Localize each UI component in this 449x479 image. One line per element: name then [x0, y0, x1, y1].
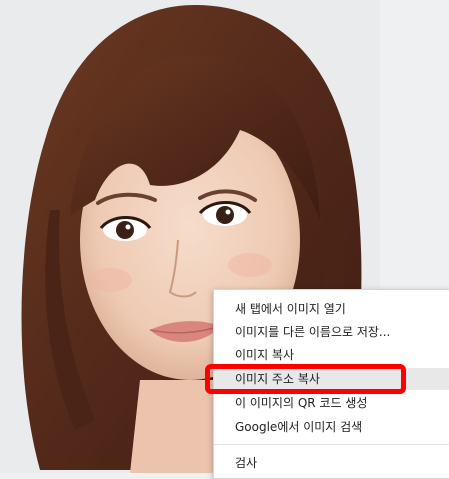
menu-separator — [214, 444, 449, 445]
menu-item-search-image-google[interactable]: Google에서 이미지 검색 — [214, 416, 449, 438]
menu-item-copy-image[interactable]: 이미지 복사 — [214, 344, 449, 366]
menu-item-open-image-new-tab[interactable]: 새 탭에서 이미지 열기 — [214, 298, 449, 320]
menu-item-save-image-as[interactable]: 이미지를 다른 이름으로 저장... — [214, 321, 449, 343]
context-menu: 새 탭에서 이미지 열기 이미지를 다른 이름으로 저장... 이미지 복사 이… — [213, 289, 449, 479]
menu-item-inspect[interactable]: 검사 — [214, 452, 449, 474]
menu-item-create-qr-code[interactable]: 이 이미지의 QR 코드 생성 — [214, 392, 449, 414]
menu-item-copy-image-address[interactable]: 이미지 주소 복사 — [214, 368, 449, 390]
